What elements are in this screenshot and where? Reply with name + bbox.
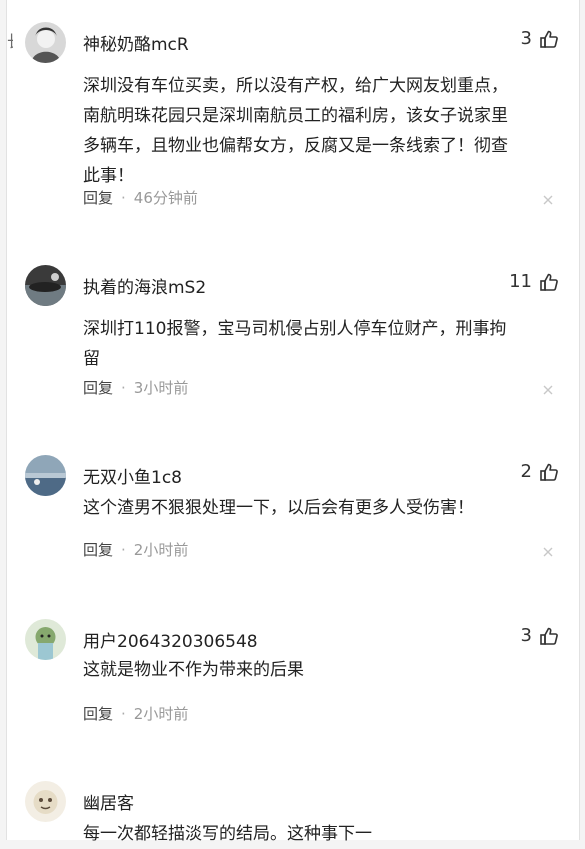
- comment-meta: 回复 · 2小时前: [83, 703, 188, 724]
- avatar[interactable]: [25, 781, 66, 822]
- username[interactable]: 执着的海浪mS2: [83, 273, 206, 298]
- thumb-up-icon: [540, 273, 558, 291]
- like-count: 3: [520, 625, 532, 646]
- username[interactable]: 无双小鱼1c8: [83, 463, 182, 488]
- meta-separator: ·: [121, 704, 126, 723]
- comments-panel: 长 神秘奶酪mcR 3 深圳没有车位买卖，所以没有产权，给广大网友划重点， 南航…: [6, 0, 580, 844]
- thumb-up-icon: [540, 627, 558, 645]
- username[interactable]: 神秘奶酪mcR: [83, 30, 189, 55]
- comment-text: 每一次都轻描淡写的结局。这种事下一: [83, 824, 372, 844]
- like-button[interactable]: 2: [521, 461, 559, 482]
- reply-button[interactable]: 回复: [83, 703, 113, 724]
- comment-text: 这个渣男不狠狠处理一下，以后会有更多人受伤害！: [83, 498, 474, 518]
- like-count: 2: [520, 461, 532, 482]
- close-icon[interactable]: [543, 385, 553, 395]
- comment-item: 执着的海浪mS2 11 深圳打110报警，宝马司机侵占别人停车位财产，刑事拘 留…: [7, 265, 579, 405]
- comment-item: 用户2064320306548 3 这就是物业不作为带来的后果 回复 · 2小时…: [7, 619, 579, 729]
- avatar[interactable]: [25, 265, 66, 306]
- username[interactable]: 幽居客: [83, 789, 134, 814]
- reply-button[interactable]: 回复: [83, 377, 113, 398]
- username[interactable]: 用户2064320306548: [83, 627, 258, 652]
- comment-text: 这就是物业不作为带来的后果: [83, 660, 304, 680]
- like-count: 3: [520, 28, 532, 49]
- comment-text: 深圳打110报警，宝马司机侵占别人停车位财产，刑事拘 留: [83, 319, 507, 369]
- comment-item: 无双小鱼1c8 2 这个渣男不狠狠处理一下，以后会有更多人受伤害！ 回复 · 2…: [7, 455, 579, 570]
- comment-text: 深圳没有车位买卖，所以没有产权，给广大网友划重点， 南航明珠花园只是深圳南航员工…: [83, 76, 508, 186]
- close-icon[interactable]: [543, 195, 553, 205]
- close-icon[interactable]: [543, 547, 553, 557]
- like-count: 11: [509, 271, 532, 292]
- meta-separator: ·: [121, 188, 126, 207]
- like-button[interactable]: 3: [521, 625, 559, 646]
- reply-button[interactable]: 回复: [83, 539, 113, 560]
- meta-separator: ·: [121, 378, 126, 397]
- like-button[interactable]: 11: [509, 271, 559, 292]
- avatar[interactable]: [25, 455, 66, 496]
- thumb-up-icon: [540, 463, 558, 481]
- comment-time: 2小时前: [133, 705, 189, 723]
- comment-time: 46分钟前: [133, 189, 198, 207]
- comment-time: 3小时前: [133, 379, 189, 397]
- comment-time: 2小时前: [133, 541, 189, 559]
- comment-item: 幽居客 每一次都轻描淡写的结局。这种事下一: [7, 781, 579, 844]
- avatar[interactable]: [25, 22, 66, 63]
- thumb-up-icon: [540, 30, 558, 48]
- avatar[interactable]: [25, 619, 66, 660]
- comment-item: 神秘奶酪mcR 3 深圳没有车位买卖，所以没有产权，给广大网友划重点， 南航明珠…: [7, 22, 579, 222]
- meta-separator: ·: [121, 540, 126, 559]
- like-button[interactable]: 3: [521, 28, 559, 49]
- reply-button[interactable]: 回复: [83, 187, 113, 208]
- comment-meta: 回复 · 2小时前: [83, 539, 188, 560]
- comment-meta: 回复 · 46分钟前: [83, 187, 198, 208]
- comment-meta: 回复 · 3小时前: [83, 377, 188, 398]
